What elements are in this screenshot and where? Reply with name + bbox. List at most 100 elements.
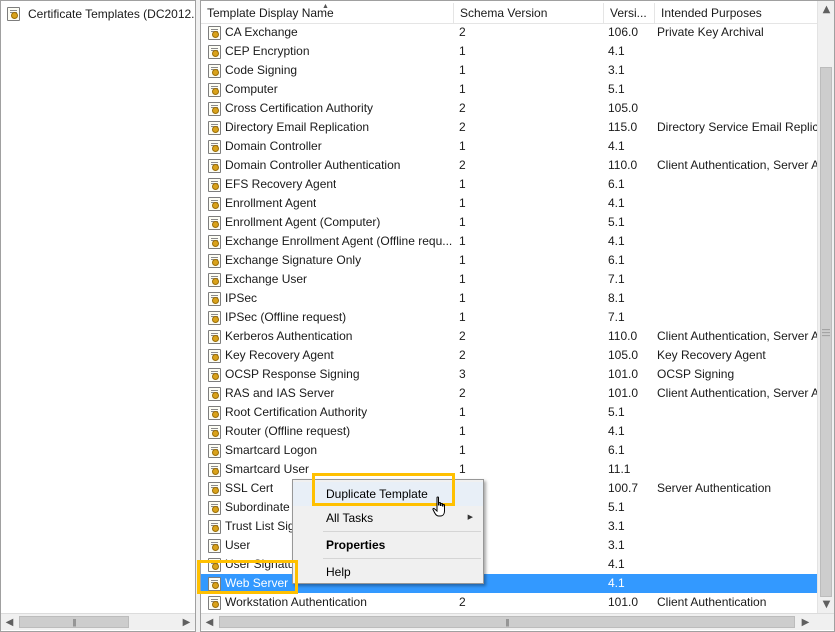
cell-schema-version: 2 <box>459 595 466 609</box>
table-row[interactable]: Key Recovery Agent 2 105.0 Key Recovery Age… <box>201 346 817 365</box>
cell-intended-purposes: OCSP Signing <box>657 367 735 381</box>
cell-intended-purposes: Server Authentication <box>657 481 772 495</box>
table-row[interactable]: CA Exchange 2 106.0 Private Key Archival <box>201 23 817 42</box>
table-row[interactable]: Code Signing 1 3.1 <box>201 61 817 80</box>
context-menu: Duplicate Template All Tasks ▶ Propertie… <box>292 479 484 584</box>
cell-schema-version: 1 <box>459 253 466 267</box>
table-row[interactable]: OCSP Response Signing 3 101.0 OCSP Signing <box>201 365 817 384</box>
menu-item-properties[interactable]: Properties <box>293 533 483 557</box>
table-row[interactable]: Kerberos Authentication 2 110.0 Client Auth… <box>201 327 817 346</box>
cell-intended-purposes: Client Authentication, Server A <box>657 158 817 172</box>
cell-version: 6.1 <box>608 177 625 191</box>
menu-item-all-tasks[interactable]: All Tasks ▶ <box>293 506 483 530</box>
cell-schema-version: 1 <box>459 63 466 77</box>
certificate-template-icon <box>208 253 221 268</box>
template-name: Web Server <box>225 576 289 590</box>
cell-schema-version: 1 <box>459 177 466 191</box>
cell-template-name: Enrollment Agent <box>201 194 454 213</box>
template-name: IPSec (Offline request) <box>225 310 347 324</box>
table-row[interactable]: Exchange User 1 7.1 <box>201 270 817 289</box>
cell-schema-version: 1 <box>459 424 466 438</box>
scroll-up-button[interactable]: ▲ <box>818 1 835 17</box>
template-name: OCSP Response Signing <box>225 367 360 381</box>
list-vertical-scrollbar[interactable]: ▲ — — — ▼ <box>817 1 834 613</box>
tree-pane: Certificate Templates (DC2012.h ◀ ||| ▶ <box>0 0 196 632</box>
table-row[interactable]: Enrollment Agent (Computer) 1 5.1 <box>201 213 817 232</box>
certificate-template-icon <box>208 177 221 192</box>
certificate-template-icon <box>208 82 221 97</box>
cell-schema-version: 2 <box>459 158 466 172</box>
scroll-right-button[interactable]: ▶ <box>178 614 195 630</box>
table-row[interactable]: IPSec (Offline request) 1 7.1 <box>201 308 817 327</box>
column-header-purposes[interactable]: Intended Purposes <box>655 3 817 24</box>
template-name: Subordinate <box>225 500 290 514</box>
table-row[interactable]: Enrollment Agent 1 4.1 <box>201 194 817 213</box>
cell-template-name: IPSec (Offline request) <box>201 308 454 327</box>
certificate-template-icon <box>208 196 221 211</box>
table-row[interactable]: Workstation Authentication 2 101.0 Client A… <box>201 593 817 612</box>
cell-version: 3.1 <box>608 538 625 552</box>
table-row[interactable]: Exchange Signature Only 1 6.1 <box>201 251 817 270</box>
tree-item-certificate-templates[interactable]: Certificate Templates (DC2012.h <box>7 5 195 23</box>
cell-schema-version: 2 <box>459 348 466 362</box>
table-row[interactable]: Directory Email Replication 2 115.0 Directo… <box>201 118 817 137</box>
cell-version: 106.0 <box>608 25 639 39</box>
cell-schema-version: 1 <box>459 196 466 210</box>
scroll-thumb[interactable]: ||| <box>219 616 795 628</box>
table-row[interactable]: CEP Encryption 1 4.1 <box>201 42 817 61</box>
table-row[interactable]: EFS Recovery Agent 1 6.1 <box>201 175 817 194</box>
scroll-left-button[interactable]: ◀ <box>1 614 18 630</box>
table-row[interactable]: Root Certification Authority 1 5.1 <box>201 403 817 422</box>
template-name: Domain Controller <box>225 139 322 153</box>
table-row[interactable]: Exchange Enrollment Agent (Offline requ.… <box>201 232 817 251</box>
cell-intended-purposes <box>655 175 817 194</box>
scroll-left-button[interactable]: ◀ <box>201 614 218 630</box>
table-row[interactable]: Router (Offline request) 1 4.1 <box>201 422 817 441</box>
submenu-arrow-icon: ▶ <box>467 514 473 521</box>
scroll-right-button[interactable]: ▶ <box>797 614 814 630</box>
cell-intended-purposes <box>655 441 817 460</box>
table-row[interactable]: IPSec 1 8.1 <box>201 289 817 308</box>
cell-intended-purposes <box>655 137 817 156</box>
cell-intended-purposes: Client Authentication, Server A <box>657 386 817 400</box>
column-header-name[interactable]: Template Display Name ▲ <box>201 3 454 24</box>
menu-item-help[interactable]: Help <box>293 560 483 584</box>
table-row[interactable]: Domain Controller 1 4.1 <box>201 137 817 156</box>
template-name: Computer <box>225 82 278 96</box>
table-row[interactable]: Computer 1 5.1 <box>201 80 817 99</box>
template-name: User <box>225 538 251 552</box>
table-row[interactable]: Domain Controller Authentication 2 110.0 Cl… <box>201 156 817 175</box>
template-name: Exchange User <box>225 272 308 286</box>
template-name: SSL Cert <box>225 481 274 495</box>
cell-template-name: Exchange Enrollment Agent (Offline requ.… <box>201 232 454 251</box>
cell-schema-version: 1 <box>459 291 466 305</box>
template-name: Enrollment Agent <box>225 196 317 210</box>
table-row[interactable]: Cross Certification Authority 2 105.0 <box>201 99 817 118</box>
cell-version: 110.0 <box>608 329 638 343</box>
scroll-thumb[interactable]: — — — <box>820 67 832 597</box>
cell-schema-version: 1 <box>459 462 466 476</box>
table-row[interactable]: Smartcard Logon 1 6.1 <box>201 441 817 460</box>
table-row[interactable]: RAS and IAS Server 2 101.0 Client Authentic… <box>201 384 817 403</box>
cell-template-name: CEP Encryption <box>201 42 454 61</box>
scroll-thumb[interactable]: ||| <box>19 616 129 628</box>
table-row[interactable]: Smartcard User 1 11.1 <box>201 460 817 479</box>
column-header-label: Template Display Name <box>207 6 334 20</box>
list-horizontal-scrollbar[interactable]: ◀ ||| ▶ <box>201 613 834 630</box>
column-header-schema[interactable]: Schema Version <box>454 3 604 24</box>
scroll-down-button[interactable]: ▼ <box>818 596 835 612</box>
cell-version: 6.1 <box>608 443 625 457</box>
cell-template-name: Directory Email Replication <box>201 118 454 137</box>
certificate-template-icon <box>208 595 221 610</box>
template-name: Root Certification Authority <box>225 405 368 419</box>
cell-schema-version: 1 <box>459 443 466 457</box>
certificate-template-icon <box>208 481 221 496</box>
column-header-label: Intended Purposes <box>661 6 762 20</box>
cell-template-name: Cross Certification Authority <box>201 99 454 118</box>
menu-item-duplicate-template[interactable]: Duplicate Template <box>293 482 483 506</box>
tree-horizontal-scrollbar[interactable]: ◀ ||| ▶ <box>1 613 195 630</box>
cell-intended-purposes <box>655 536 817 555</box>
certificate-template-icon <box>208 25 221 40</box>
column-header-version[interactable]: Versi... <box>604 3 655 24</box>
template-name: Workstation Authentication <box>225 595 367 609</box>
